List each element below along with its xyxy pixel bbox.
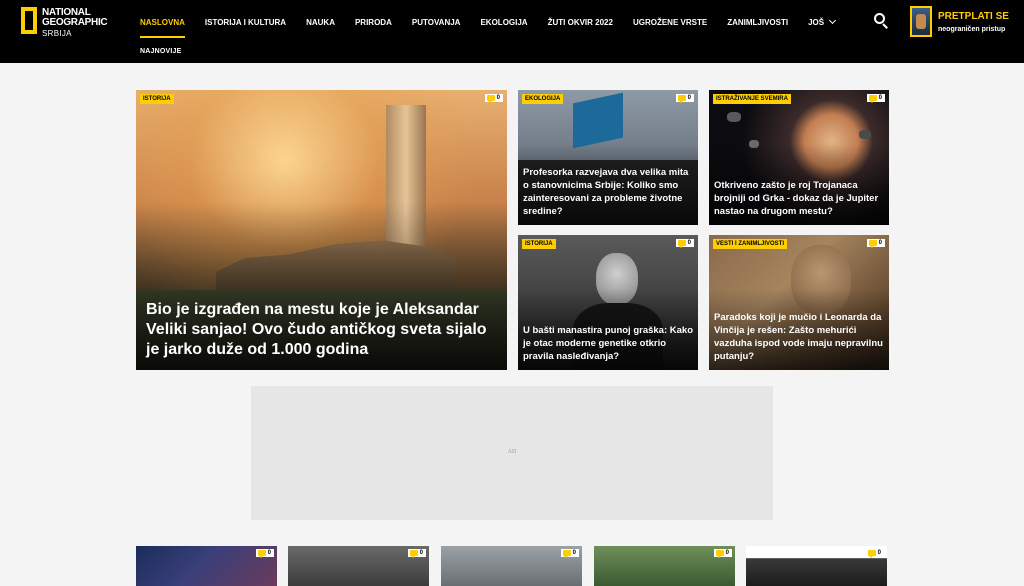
logo-line-2: GEOGRAPHIC [42, 17, 108, 28]
comment-count[interactable]: 0 [866, 94, 885, 103]
magazine-cover-thumbnail[interactable] [910, 6, 932, 37]
comment-count-value: 0 [725, 550, 729, 556]
comment-bubble-icon [257, 550, 266, 558]
category-tag[interactable]: ISTRAŽIVANJE SVEMIRA [713, 94, 791, 104]
article-headline[interactable]: Profesorka razvejava dva velika mita o s… [523, 166, 693, 218]
article-headline[interactable]: Otkriveno zašto je roj Trojanaca brojnij… [714, 179, 884, 218]
comment-count-value: 0 [687, 240, 691, 246]
logo-subtitle: SRBIJA [42, 29, 72, 38]
comment-count-value: 0 [572, 550, 576, 556]
category-tag[interactable]: ISTORIJA [522, 239, 556, 249]
subscribe-subtitle[interactable]: neograničen pristup [938, 26, 1005, 33]
chevron-down-icon [829, 16, 837, 25]
search-icon[interactable] [874, 13, 890, 29]
comment-count-value: 0 [687, 95, 691, 101]
article-card-svemir[interactable]: ISTRAŽIVANJE SVEMIRA 0 Otkriveno zašto j… [709, 90, 889, 225]
nav-item-jos[interactable]: JOŠ [808, 0, 837, 46]
comment-bubble-icon [868, 240, 877, 248]
category-tag[interactable]: ISTORIJA [140, 94, 174, 104]
asteroid [859, 130, 871, 139]
bottom-article-thumb-3[interactable]: 0 [441, 546, 582, 586]
nav-item-naslovna[interactable]: NASLOVNA [140, 0, 185, 46]
top-navigation-bar: NATIONAL GEOGRAPHIC SRBIJA NASLOVNA ISTO… [0, 0, 1024, 63]
comment-count[interactable]: 0 [865, 549, 884, 558]
nav-item-zuti-okvir[interactable]: ŽUTI OKVIR 2022 [548, 0, 613, 46]
subnav-najnovije[interactable]: NAJNOVIJE [140, 48, 181, 55]
nav-item-priroda[interactable]: PRIRODA [355, 0, 392, 46]
category-tag[interactable]: VESTI I ZANIMLJIVOSTI [713, 239, 788, 249]
nav-item-istorija-i-kultura[interactable]: ISTORIJA I KULTURA [205, 0, 286, 46]
comment-count-value: 0 [496, 95, 500, 101]
comment-count[interactable]: 0 [484, 94, 503, 103]
nav-item-putovanja[interactable]: PUTOVANJA [412, 0, 461, 46]
nav-item-ugrozene-vrste[interactable]: UGROŽENE VRSTE [633, 0, 707, 46]
comment-count[interactable]: 0 [866, 239, 885, 248]
comment-count[interactable]: 0 [407, 549, 426, 558]
category-tag[interactable]: EKOLOGIJA [522, 94, 564, 104]
main-nav: NASLOVNA ISTORIJA I KULTURA NAUKA PRIROD… [130, 0, 845, 46]
comment-count-value: 0 [267, 550, 271, 556]
comment-bubble-icon [715, 550, 724, 558]
comment-count-value: 0 [877, 550, 881, 556]
nav-item-nauka[interactable]: NAUKA [306, 0, 335, 46]
subscribe-title[interactable]: PRETPLATI SE [938, 11, 1009, 22]
nav-item-zanimljivosti[interactable]: ZANIMLJIVOSTI [727, 0, 788, 46]
comment-count[interactable]: 0 [675, 239, 694, 248]
comment-bubble-icon [486, 95, 495, 103]
comment-count-value: 0 [878, 95, 882, 101]
nav-item-ekologija[interactable]: EKOLOGIJA [480, 0, 527, 46]
comment-count[interactable]: 0 [675, 94, 694, 103]
article-card-vesti[interactable]: VESTI I ZANIMLJIVOSTI 0 Paradoks koji je… [709, 235, 889, 370]
magazine-cover-figure [916, 14, 926, 29]
comment-bubble-icon [562, 550, 571, 558]
comment-count[interactable]: 0 [713, 549, 732, 558]
comment-count-value: 0 [419, 550, 423, 556]
logo-text: NATIONAL GEOGRAPHIC [42, 8, 108, 28]
article-card-ekologija[interactable]: EKOLOGIJA 0 Profesorka razvejava dva vel… [518, 90, 698, 225]
article-headline[interactable]: U bašti manastira punoj graška: Kako je … [523, 324, 693, 363]
search-icon-handle [882, 23, 888, 29]
ad-label: AD [507, 449, 517, 455]
bottom-article-thumb-1[interactable]: 0 [136, 546, 277, 586]
asteroid [727, 112, 741, 122]
bottom-article-thumb-4[interactable]: 0 [594, 546, 735, 586]
comment-bubble-icon [677, 240, 686, 248]
featured-article-card[interactable]: ISTORIJA 0 Bio je izgrađen na mestu koje… [136, 90, 507, 370]
comment-bubble-icon [867, 550, 876, 558]
advertisement-slot[interactable]: AD [251, 386, 773, 520]
article-headline[interactable]: Bio je izgrađen na mestu koje je Aleksan… [146, 300, 502, 360]
comment-bubble-icon [409, 550, 418, 558]
national-geographic-logo[interactable]: NATIONAL GEOGRAPHIC SRBIJA [21, 7, 111, 38]
bottom-article-thumb-5[interactable]: 0 [746, 546, 887, 586]
article-headline[interactable]: Paradoks koji je mučio i Leonarda da Vin… [714, 311, 884, 363]
yellow-frame-icon [21, 7, 37, 34]
bottom-article-thumb-2[interactable]: 0 [288, 546, 429, 586]
article-card-istorija[interactable]: ISTORIJA 0 U bašti manastira punoj grašk… [518, 235, 698, 370]
nav-item-jos-label: JOŠ [808, 18, 825, 27]
comment-count[interactable]: 0 [560, 549, 579, 558]
comment-count[interactable]: 0 [255, 549, 274, 558]
comment-bubble-icon [677, 95, 686, 103]
comment-bubble-icon [868, 95, 877, 103]
comment-count-value: 0 [878, 240, 882, 246]
